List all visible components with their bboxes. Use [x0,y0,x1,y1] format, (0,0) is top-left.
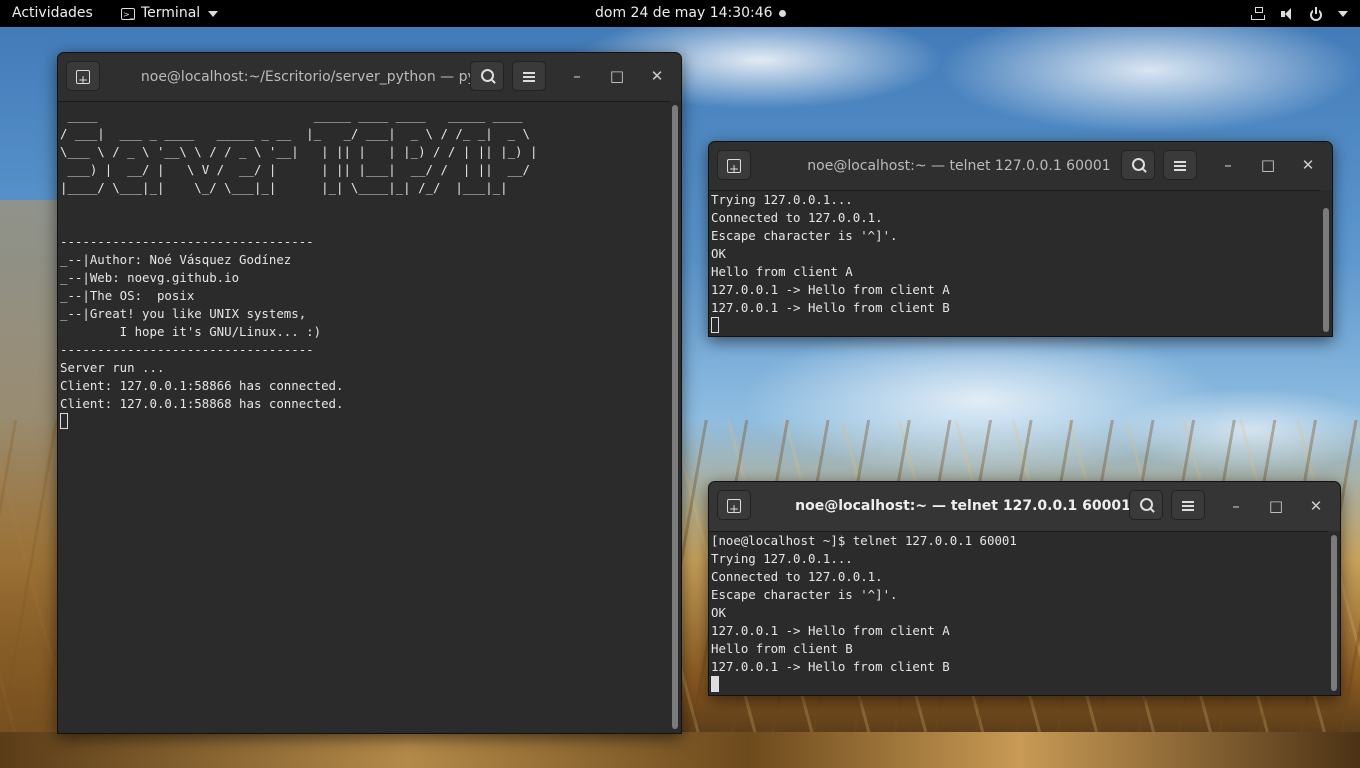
close-button[interactable]: ✕ [1298,156,1318,174]
terminal-window-client-b[interactable]: noe@localhost:~ — telnet 127.0.0.1 60001… [708,481,1341,696]
output-line: 127.0.0.1 -> Hello from client A [711,623,950,638]
search-icon [480,68,494,82]
output-line: _--|Author: Noé Vásquez Godínez [60,252,292,267]
output-line: ___) | __/ | \ V / __/ | | || |___| __/ … [60,162,530,177]
output-line: |____/ \___|_| \_/ \___|_| |_| \____|_| … [60,180,508,195]
output-line: Client: 127.0.0.1:58866 has connected. [60,378,344,393]
maximize-button[interactable]: □ [607,67,627,85]
minimize-button[interactable]: – [567,67,587,85]
output-line: Trying 127.0.0.1... [711,192,853,207]
output-line: 127.0.0.1 -> Hello from client B [711,659,950,674]
search-icon [1139,497,1153,511]
hamburger-menu-icon [1174,164,1186,167]
output-line: _--|Great! you like UNIX systems, [60,306,307,321]
search-button[interactable] [470,61,504,91]
output-line: ---------------------------------- [60,342,314,357]
window-title: noe@localhost:~/Escritorio/server_python… [140,69,488,85]
output-line: ____ _____ ____ ____ _____ ____ [60,108,523,123]
header-bar: noe@localhost:~/Escritorio/server_python… [58,53,681,102]
scrollbar[interactable] [1328,531,1340,695]
new-tab-icon [727,495,741,523]
terminal-window-client-a[interactable]: noe@localhost:~ — telnet 127.0.0.1 60001… [708,141,1333,337]
app-menu-label: Terminal [141,5,201,21]
output-line: Connected to 127.0.0.1. [711,569,883,584]
new-tab-icon [76,66,90,94]
output-line: _--|The OS: posix [60,288,195,303]
header-bar: noe@localhost:~ — telnet 127.0.0.1 60001… [709,482,1340,532]
output-line: OK [711,246,726,261]
output-line: \___ \ / _ \ '__\ \ / / _ \ '__| | || | … [60,144,538,159]
output-line: _--|Web: noevg.github.io [60,270,240,285]
search-button[interactable] [1129,490,1163,520]
menu-button[interactable] [1163,150,1197,180]
terminal-window-server[interactable]: noe@localhost:~/Escritorio/server_python… [57,52,682,734]
close-button[interactable]: ✕ [647,67,667,85]
wallpaper-wheat-bottom [0,732,1360,768]
terminal-text: [noe@localhost ~]$ telnet 127.0.0.1 6000… [709,532,1328,694]
network-icon [1250,6,1266,22]
chevron-down-icon [1338,10,1348,17]
hamburger-menu-icon [523,75,535,78]
volume-icon [1280,6,1296,22]
minimize-button[interactable]: – [1218,156,1238,174]
close-button[interactable]: ✕ [1306,497,1326,515]
output-line: Hello from client A [711,264,853,279]
output-line: ---------------------------------- [60,234,314,249]
output-line: [noe@localhost ~]$ telnet 127.0.0.1 6000… [711,533,1017,548]
scrollbar-thumb[interactable] [672,105,678,729]
window-title: noe@localhost:~ — telnet 127.0.0.1 60001 [807,158,1111,174]
hamburger-menu-icon [1182,504,1194,507]
search-icon [1131,157,1145,171]
terminal-output[interactable]: Trying 127.0.0.1... Connected to 127.0.0… [709,191,1320,336]
maximize-button[interactable]: □ [1266,497,1286,515]
output-line: Escape character is '^]'. [711,228,898,243]
top-bar: Actividades >_ Terminal dom 24 de may 14… [0,0,1360,27]
output-line: Connected to 127.0.0.1. [711,210,883,225]
text-cursor [711,676,719,692]
chevron-down-icon [208,10,219,17]
power-icon [1310,6,1322,21]
menu-button[interactable] [512,61,546,91]
menu-button[interactable] [1171,490,1205,520]
text-cursor [711,317,719,333]
clock-label: dom 24 de may 14:30:46 [595,5,773,21]
output-line: / ___| ___ _ ____ _____ _ __ |_ _/ ___| … [60,126,530,141]
app-menu[interactable]: >_ Terminal [121,0,219,27]
output-line: OK [711,605,726,620]
output-line: Trying 127.0.0.1... [711,551,853,566]
scrollbar-thumb[interactable] [1331,535,1337,691]
new-tab-button[interactable] [717,150,751,183]
search-button[interactable] [1121,150,1155,180]
output-line: Escape character is '^]'. [711,587,898,602]
system-menu[interactable] [1250,0,1348,27]
new-tab-button[interactable] [717,490,751,523]
scrollbar[interactable] [1320,190,1332,336]
notification-dot-icon [778,10,786,17]
new-tab-button[interactable] [66,61,100,94]
scrollbar[interactable] [669,101,681,733]
window-title: noe@localhost:~ — telnet 127.0.0.1 60001 [795,498,1131,514]
clock[interactable]: dom 24 de may 14:30:46 [595,0,786,27]
minimize-button[interactable]: – [1226,497,1246,515]
output-line: I hope it's GNU/Linux... :) [60,324,322,339]
terminal-icon: >_ [121,7,135,20]
output-line: 127.0.0.1 -> Hello from client B [711,300,950,315]
terminal-text: ____ _____ ____ ____ _____ ____ / ___| _… [58,107,669,431]
terminal-text: Trying 127.0.0.1... Connected to 127.0.0… [709,191,1320,335]
maximize-button[interactable]: □ [1258,156,1278,174]
output-line: Hello from client B [711,641,853,656]
output-line: Server run ... [60,360,165,375]
terminal-output[interactable]: ____ _____ ____ ____ _____ ____ / ___| _… [58,107,669,733]
wallpaper-wheat-left [0,200,60,768]
scrollbar-thumb[interactable] [1323,208,1329,332]
terminal-output[interactable]: [noe@localhost ~]$ telnet 127.0.0.1 6000… [709,532,1328,695]
new-tab-icon [727,155,741,183]
output-line: 127.0.0.1 -> Hello from client A [711,282,950,297]
text-cursor [60,413,68,429]
output-line: Client: 127.0.0.1:58868 has connected. [60,396,344,411]
activities-button[interactable]: Actividades [12,0,93,27]
header-bar: noe@localhost:~ — telnet 127.0.0.1 60001… [709,142,1332,191]
